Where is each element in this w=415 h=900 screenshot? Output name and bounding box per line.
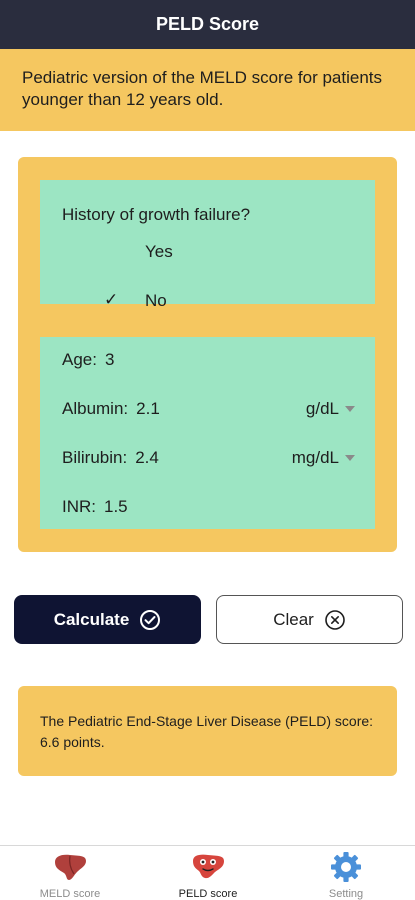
result-text: The Pediatric End-Stage Liver Disease (P…: [40, 713, 374, 750]
lab-values-panel: Age: 3 Albumin: 2.1 g/dL Bilirubin: 2.4 mg/…: [40, 337, 375, 529]
close-circle-icon: [324, 609, 346, 631]
albumin-label: Albumin:: [62, 399, 129, 418]
inr-value[interactable]: 1.5: [104, 497, 128, 516]
calculate-button[interactable]: Calculate: [14, 595, 201, 644]
chevron-down-icon: [345, 455, 355, 461]
bilirubin-unit-select[interactable]: mg/dL: [292, 448, 355, 468]
tab-peld-score[interactable]: PELD score: [148, 850, 268, 900]
option-no[interactable]: No: [145, 291, 167, 311]
bottom-tab-bar: MELD score PELD score Setting: [0, 845, 415, 900]
age-label: Age:: [62, 350, 97, 369]
clear-label: Clear: [273, 609, 314, 629]
tab-setting[interactable]: Setting: [286, 850, 406, 900]
inr-label: INR:: [62, 497, 96, 516]
gear-icon: [286, 850, 406, 884]
clear-button[interactable]: Clear: [216, 595, 403, 644]
tab-meld-label: MELD score: [39, 888, 101, 900]
liver-icon: [10, 850, 130, 884]
tab-peld-label: PELD score: [178, 888, 238, 900]
albumin-row[interactable]: Albumin: 2.1: [62, 399, 160, 419]
check-circle-icon: [139, 609, 161, 631]
bilirubin-row[interactable]: Bilirubin: 2.4: [62, 448, 159, 468]
input-card: History of growth failure? Yes ✓ No Age:…: [18, 157, 397, 552]
intro-text: Pediatric version of the MELD score for …: [22, 68, 382, 109]
bilirubin-value[interactable]: 2.4: [135, 448, 159, 467]
albumin-value[interactable]: 2.1: [136, 399, 160, 418]
result-box: The Pediatric End-Stage Liver Disease (P…: [18, 686, 397, 776]
title-bar: PELD Score: [0, 0, 415, 49]
option-yes[interactable]: Yes: [145, 242, 173, 262]
check-icon: ✓: [104, 290, 119, 309]
tab-setting-label: Setting: [328, 888, 364, 900]
albumin-unit-select[interactable]: g/dL: [306, 399, 355, 419]
growth-failure-panel: History of growth failure? Yes ✓ No: [40, 180, 375, 310]
liver-face-icon: [148, 850, 268, 884]
growth-failure-question: History of growth failure?: [62, 205, 251, 224]
calculate-label: Calculate: [53, 609, 130, 629]
bilirubin-label: Bilirubin:: [62, 448, 128, 467]
inr-row[interactable]: INR: 1.5: [62, 497, 128, 517]
intro-banner: Pediatric version of the MELD score for …: [0, 49, 415, 131]
page-title: PELD Score: [155, 14, 260, 34]
age-value[interactable]: 3: [105, 350, 114, 369]
albumin-unit: g/dL: [305, 399, 339, 418]
chevron-down-icon: [345, 406, 355, 412]
age-row[interactable]: Age: 3: [62, 350, 114, 370]
tab-meld-score[interactable]: MELD score: [10, 850, 130, 900]
bilirubin-unit: mg/dL: [291, 448, 339, 467]
